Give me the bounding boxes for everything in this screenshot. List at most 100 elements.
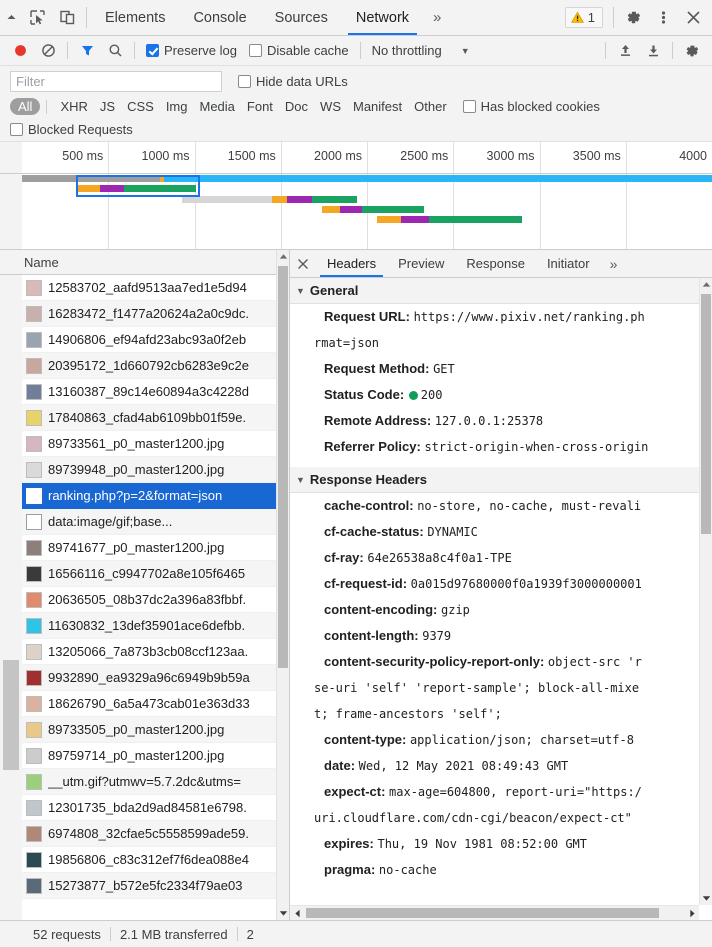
request-row[interactable]: 89733561_p0_master1200.jpg (22, 431, 289, 457)
request-row[interactable]: 89741677_p0_master1200.jpg (22, 535, 289, 561)
gear-icon[interactable] (618, 0, 648, 35)
blocked-requests-check-box[interactable] (10, 123, 23, 136)
request-row[interactable]: 15273877_b572e5fc2334f79ae03 (22, 873, 289, 899)
kebab-menu-icon[interactable] (648, 0, 678, 35)
details-scroll-left-arrow-icon[interactable] (290, 906, 304, 920)
response-headers-section-header[interactable]: ▼ Response Headers (290, 467, 699, 493)
scroll-down-arrow-icon[interactable] (277, 907, 289, 920)
type-filter-ws[interactable]: WS (314, 98, 347, 115)
tab-sources[interactable]: Sources (261, 0, 342, 35)
detail-tab-response[interactable]: Response (455, 250, 536, 277)
request-row[interactable]: 20395172_1d660792cb6283e9c2e (22, 353, 289, 379)
panel-tabs: Elements Console Sources Network (91, 0, 423, 35)
disable-cache-check-box[interactable] (248, 44, 262, 57)
details-vertical-scrollbar[interactable] (699, 278, 712, 905)
request-row[interactable]: 17840863_cfad4ab6109bb01f59e. (22, 405, 289, 431)
type-filter-img[interactable]: Img (160, 98, 194, 115)
funnel-filter-icon[interactable] (73, 38, 101, 64)
request-row[interactable]: 14906806_ef94afd23abc93a0f2eb (22, 327, 289, 353)
filter-input[interactable]: Filter (10, 71, 222, 92)
request-row[interactable]: data:image/gif;base... (22, 509, 289, 535)
scroll-up-arrow-icon[interactable] (277, 250, 289, 263)
detail-tab-headers[interactable]: Headers (316, 250, 387, 277)
type-filter-font[interactable]: Font (241, 98, 279, 115)
export-har-down-arrow-icon[interactable] (639, 38, 667, 64)
details-hscroll-thumb[interactable] (306, 908, 659, 918)
request-row[interactable]: 16566116_c9947702a8e105f6465 (22, 561, 289, 587)
chevron-down-icon[interactable]: ▼ (461, 46, 470, 56)
type-filter-xhr[interactable]: XHR (54, 98, 93, 115)
hide-data-urls-check-box[interactable] (238, 75, 251, 88)
request-row[interactable]: 20636505_08b37dc2a396a83fbbf. (22, 587, 289, 613)
tab-network[interactable]: Network (342, 0, 423, 35)
request-row[interactable]: ranking.php?p=2&format=json (22, 483, 289, 509)
request-row[interactable]: 89759714_p0_master1200.jpg (22, 743, 289, 769)
request-list-scroll-thumb[interactable] (278, 266, 288, 668)
headers-content[interactable]: ▼ General Request URL: https://www.pixiv… (290, 278, 712, 920)
more-panels-icon[interactable]: » (423, 0, 451, 35)
overview-tick-label: 2000 ms (314, 149, 362, 163)
has-blocked-cookies-check-box[interactable] (462, 100, 476, 113)
request-row[interactable]: 13160387_89c14e60894a3c4228d (22, 379, 289, 405)
general-value: 200 (420, 388, 443, 402)
request-row[interactable]: 13205066_7a873b3cb08ccf123aa. (22, 639, 289, 665)
details-scroll-up-arrow-icon[interactable] (700, 278, 712, 291)
preserve-log-check-box[interactable] (146, 44, 159, 57)
detail-tab-initiator[interactable]: Initiator (536, 250, 601, 277)
request-row[interactable]: 12583702_aafd9513aa7ed1e5d94 (22, 275, 289, 301)
request-row[interactable]: 11630832_13def35901ace6defbb. (22, 613, 289, 639)
type-filter-other[interactable]: Other (408, 98, 453, 115)
network-main-split: Name 12583702_aafd9513aa7ed1e5d94 1628347… (0, 250, 712, 920)
request-row[interactable]: 6974808_32cfae5c5558599ade59. (22, 821, 289, 847)
preserve-log-checkbox[interactable]: Preserve log (146, 43, 237, 58)
request-row[interactable]: 12301735_bda2d9ad84581e6798. (22, 795, 289, 821)
overview-selection-window[interactable] (76, 175, 200, 197)
details-scroll-right-arrow-icon[interactable] (685, 906, 699, 920)
search-icon[interactable] (101, 38, 129, 64)
column-header-name[interactable]: Name (24, 255, 59, 270)
type-filter-all[interactable]: All (10, 98, 41, 115)
details-scroll-down-arrow-icon[interactable] (700, 892, 712, 905)
type-filter-js[interactable]: JS (94, 98, 121, 115)
request-row[interactable]: 19856806_c83c312ef7f6dea088e4 (22, 847, 289, 873)
disable-cache-checkbox[interactable]: Disable cache (248, 43, 349, 58)
throttling-select[interactable]: No throttling ▼ (372, 43, 470, 58)
record-circle-icon[interactable] (6, 38, 34, 64)
overview-request-bars[interactable] (22, 175, 712, 249)
detail-more-tabs-icon[interactable]: » (601, 250, 627, 277)
clear-circle-slash-icon[interactable] (34, 38, 62, 64)
details-scroll-thumb[interactable] (701, 294, 711, 534)
inspect-element-icon[interactable] (22, 0, 52, 35)
general-section-header[interactable]: ▼ General (290, 278, 699, 304)
hide-data-urls-checkbox[interactable]: Hide data URLs (238, 74, 348, 89)
type-filter-manifest[interactable]: Manifest (347, 98, 408, 115)
close-details-icon[interactable] (290, 250, 316, 277)
tab-elements[interactable]: Elements (91, 0, 179, 35)
response-header-row: expires: Thu, 19 Nov 1981 08:52:00 GMT (290, 831, 699, 857)
request-list[interactable]: 12583702_aafd9513aa7ed1e5d94 16283472_f14… (0, 275, 289, 920)
network-settings-gear-icon[interactable] (678, 38, 706, 64)
tab-console[interactable]: Console (179, 0, 260, 35)
type-filter-media[interactable]: Media (193, 98, 240, 115)
request-row[interactable]: 89739948_p0_master1200.jpg (22, 457, 289, 483)
request-list-scrollbar[interactable] (276, 250, 289, 920)
device-toolbar-icon[interactable] (52, 0, 82, 35)
details-horizontal-scrollbar[interactable] (290, 905, 699, 920)
request-row[interactable]: 89733505_p0_master1200.jpg (22, 717, 289, 743)
network-overview-timeline[interactable]: 500 ms 1000 ms 1500 ms 2000 ms 2500 ms 3000 m… (0, 142, 712, 250)
import-har-up-arrow-icon[interactable] (611, 38, 639, 64)
type-filter-doc[interactable]: Doc (279, 98, 314, 115)
detail-tab-preview[interactable]: Preview (387, 250, 455, 277)
has-blocked-cookies-checkbox[interactable]: Has blocked cookies (462, 99, 600, 114)
request-row[interactable]: 18626790_6a5a473cab01e363d33 (22, 691, 289, 717)
close-icon[interactable] (678, 0, 708, 35)
outer-scroll-thumb[interactable] (3, 660, 19, 770)
warning-badge[interactable]: 1 (564, 7, 603, 28)
blocked-requests-checkbox[interactable]: Blocked Requests (10, 122, 133, 137)
request-row[interactable]: 9932890_ea9329a96c6949b9b59a (22, 665, 289, 691)
request-row[interactable]: 16283472_f1477a20624a2a0c9dc. (22, 301, 289, 327)
type-filter-css[interactable]: CSS (121, 98, 160, 115)
request-row[interactable]: __utm.gif?utmwv=5.7.2dc&utms= (22, 769, 289, 795)
collapse-toggle[interactable] (0, 0, 22, 35)
